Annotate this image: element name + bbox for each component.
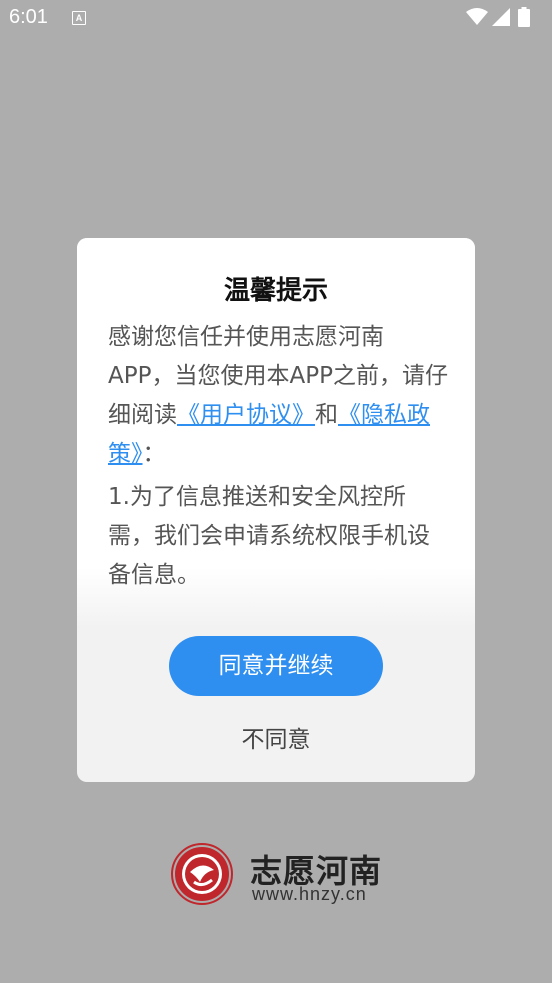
privacy-dialog: 温馨提示 感谢您信任并使用志愿河南APP，当您使用本APP之前，请仔细阅读《用户… xyxy=(77,238,475,782)
battery-icon xyxy=(518,7,530,27)
and-text: 和 xyxy=(315,402,338,428)
intro-paragraph: 感谢您信任并使用志愿河南APP，当您使用本APP之前，请仔细阅读《用户协议》和《… xyxy=(108,318,448,474)
user-agreement-link[interactable]: 《用户协议》 xyxy=(177,402,315,428)
brand-url: www.hnzy.cn xyxy=(252,884,367,904)
dialog-body: 感谢您信任并使用志愿河南APP，当您使用本APP之前，请仔细阅读《用户协议》和《… xyxy=(108,318,448,595)
notification-icon: A xyxy=(72,11,86,25)
permission-item-1: 1.为了信息推送和安全风控所需，我们会申请系统权限手机设备信息。 xyxy=(108,484,430,588)
agree-button[interactable]: 同意并继续 xyxy=(169,636,383,696)
dialog-title: 温馨提示 xyxy=(223,276,328,306)
signal-icon xyxy=(492,8,510,26)
volunteer-logo-icon xyxy=(171,843,233,905)
status-time: 6:01 xyxy=(9,6,48,28)
disagree-button[interactable]: 不同意 xyxy=(77,720,475,754)
status-bar: 6:01 A xyxy=(0,0,552,38)
colon-text: ： xyxy=(142,441,166,467)
brand-footer: 志愿河南 www.hnzy.cn xyxy=(170,842,400,912)
wifi-icon xyxy=(466,8,488,25)
